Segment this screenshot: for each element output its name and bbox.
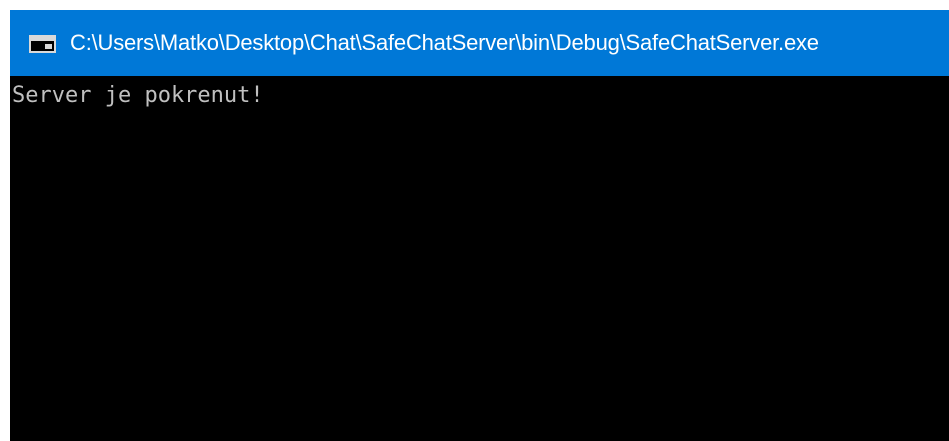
console-window[interactable]: C:\Users\Matko\Desktop\Chat\SafeChatServ… (10, 10, 949, 441)
icon-cursor-block (45, 44, 52, 49)
console-line: Server je pokrenut! (12, 83, 264, 108)
icon-titlebar-stripe (31, 37, 54, 41)
console-app-icon[interactable] (29, 35, 56, 53)
window-title: C:\Users\Matko\Desktop\Chat\SafeChatServ… (70, 30, 819, 55)
window-titlebar[interactable]: C:\Users\Matko\Desktop\Chat\SafeChatServ… (10, 10, 949, 76)
console-output-area[interactable]: Server je pokrenut! (10, 76, 949, 441)
